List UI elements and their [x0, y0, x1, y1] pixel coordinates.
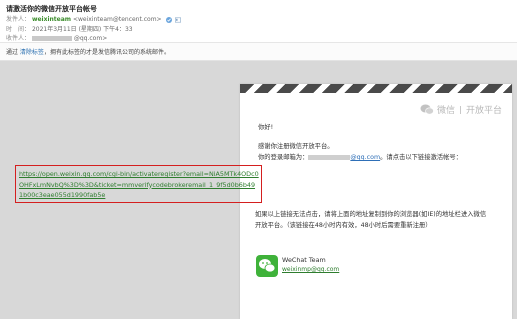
activation-link-box: https://open.weixin.qq.com/cgi-bin/activ… [15, 165, 262, 203]
email-redacted [308, 154, 351, 160]
to-label: 收件人： [6, 35, 31, 42]
sender-name[interactable]: weixinteam [32, 16, 71, 23]
notice-body: ，拥有此标签的才是发信腾讯公司的系统邮件。 [43, 49, 170, 56]
time-row: 时 间： 2021年3月11日 (星期四) 下午4：33 [6, 24, 133, 33]
mail-subject: 请激活你的微信开放平台帐号 [6, 5, 97, 13]
email-line: 你的登录邮箱为： @qq.com。请点击以下链接激活帐号： [258, 152, 462, 161]
time-value: 2021年3月11日 (星期四) 下午4：33 [31, 26, 133, 33]
mail-header: 请激活你的微信开放平台帐号 发件人： weixinteam <weixintea… [0, 0, 517, 61]
time-label: 时 间： [6, 26, 31, 33]
from-row: 发件人： weixinteam <weixinteam@tencent.com> [6, 14, 182, 23]
fallback-line-2: 开放平台。（该链接在48小时内有效，48小时后需要重新注册） [255, 222, 432, 229]
contact-card-icon[interactable] [175, 17, 182, 23]
notice-text: 通过 清除标签，拥有此标签的才是发信腾讯公司的系统邮件。 [6, 47, 170, 56]
from-label: 发件人： [6, 16, 31, 23]
thanks-line: 感谢你注册微信开放平台。 [258, 143, 334, 150]
email-card: 微信 开放平台 你好! 感谢你注册微信开放平台。 你的登录邮箱为： @qq.com… [240, 84, 512, 319]
team-name: WeChat Team [282, 256, 326, 264]
wechat-logo-icon [420, 100, 434, 119]
to-redacted [31, 36, 72, 41]
email-line-suffix: 。请点击以下链接激活帐号： [380, 154, 462, 161]
activation-link[interactable]: https://open.weixin.qq.com/cgi-bin/activ… [19, 169, 259, 201]
sender-email: <weixinteam@tencent.com> [72, 16, 162, 23]
logo-text: 微信 [436, 106, 455, 116]
email-line-prefix: 你的登录邮箱为： [258, 154, 309, 161]
email-suffix[interactable]: @qq.com [350, 154, 380, 161]
fallback-line-1: 如果以上链接无法点击，请将上面的地址复制到你的浏览器(如IE)的地址栏进入微信 [255, 211, 487, 218]
team-email-link[interactable]: weixinmp@qq.com [282, 266, 339, 273]
airmail-stripe-border [240, 84, 512, 93]
greeting: 你好! [258, 124, 274, 131]
logo-subtext: 开放平台 [465, 106, 502, 116]
wechat-team-icon [256, 255, 278, 277]
notice-prefix: 通过 [6, 49, 20, 56]
to-email-suffix: @qq.com> [73, 35, 108, 42]
to-row: 收件人： @qq.com> [6, 33, 107, 42]
notice-bar: 通过 清除标签，拥有此标签的才是发信腾讯公司的系统邮件。 [0, 42, 517, 60]
verified-icon[interactable] [165, 16, 172, 23]
notice-highlight[interactable]: 清除标签 [20, 49, 44, 56]
logo-divider [459, 105, 461, 114]
wechat-logo: 微信 开放平台 [420, 100, 502, 119]
